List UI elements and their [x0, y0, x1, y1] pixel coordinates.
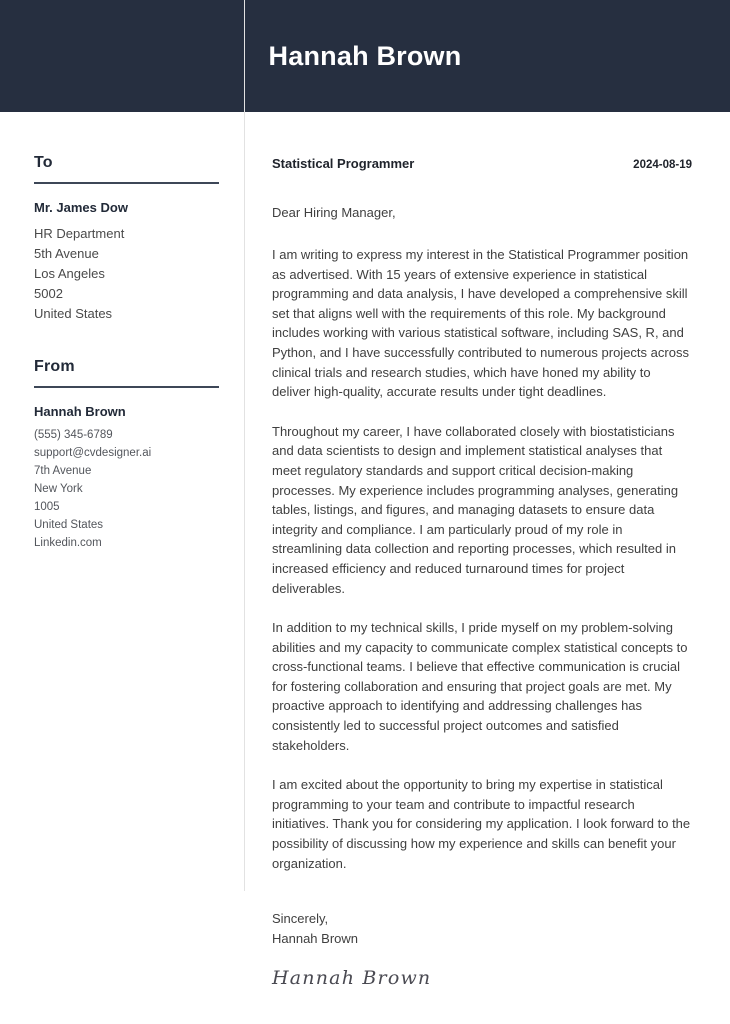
email-line[interactable]: support@cvdesigner.ai: [34, 444, 218, 462]
closing-salutation: Sincerely,: [272, 911, 329, 927]
sender-name: Hannah Brown: [34, 403, 126, 419]
closing-block: Sincerely, Hannah Brown Hannah Brown: [272, 909, 692, 989]
address-line: United States: [34, 519, 104, 531]
to-heading: To: [34, 154, 53, 171]
sender-contact-details: (555) 345-6789 support@cvdesigner.ai 7th…: [34, 426, 218, 552]
to-heading-rule: [34, 182, 219, 184]
address-line: 5th Avenue: [34, 245, 99, 261]
recipient-name: Mr. James Dow: [34, 200, 128, 215]
body-paragraph: Throughout my career, I have collaborate…: [272, 423, 679, 596]
sidebar: To Mr. James Dow HR Department 5th Avenu…: [0, 112, 244, 1024]
body-paragraph: I am writing to express my interest in t…: [272, 247, 689, 400]
address-line: 1005: [34, 501, 60, 513]
subject-row: Statistical Programmer 2024-08-19: [272, 156, 692, 171]
recipient-address: HR Department 5th Avenue Los Angeles 500…: [34, 224, 218, 324]
salutation: Dear Hiring Manager,: [272, 205, 396, 220]
letter-date: 2024-08-19: [633, 159, 692, 171]
phone-line: (555) 345-6789: [34, 429, 113, 441]
address-line: United States: [34, 305, 113, 321]
from-heading-rule: [34, 385, 219, 388]
job-title: Statistical Programmer: [272, 156, 415, 171]
header-banner: Hannah Brown: [0, 0, 730, 112]
sender-section: From Hannah Brown (555) 345-6789 support…: [34, 357, 219, 553]
letter-content: Statistical Programmer 2024-08-19 Dear H…: [244, 112, 730, 1024]
address-line: 7th Avenue: [34, 465, 92, 477]
vertical-divider: [244, 0, 245, 891]
body-paragraph: I am excited about the opportunity to br…: [272, 777, 691, 871]
from-heading: From: [34, 357, 75, 375]
recipient-section: To Mr. James Dow HR Department 5th Avenu…: [34, 154, 219, 324]
page-body: To Mr. James Dow HR Department 5th Avenu…: [0, 0, 730, 1024]
address-line: 5002: [34, 285, 63, 301]
signature: Hannah Brown: [272, 967, 432, 990]
address-line: New York: [34, 483, 83, 495]
website-line[interactable]: Linkedin.com: [34, 534, 218, 552]
closing-name: Hannah Brown: [272, 931, 358, 947]
address-line: HR Department: [34, 225, 125, 241]
body-paragraph: In addition to my technical skills, I pr…: [272, 620, 688, 753]
address-line: Los Angeles: [34, 265, 105, 281]
page-title: Hannah Brown: [268, 40, 462, 71]
